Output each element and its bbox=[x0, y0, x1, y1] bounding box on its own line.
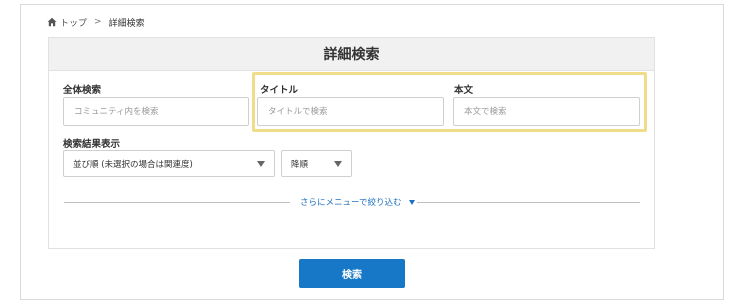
chevron-down-icon bbox=[257, 161, 265, 167]
more-filters-link[interactable]: さらにメニューで絞り込む bbox=[300, 196, 415, 208]
sort-select-value: 並び順 (未選択の場合は関連度) bbox=[73, 159, 193, 170]
search-button[interactable]: 検索 bbox=[299, 259, 405, 288]
breadcrumb-home-link[interactable]: トップ bbox=[60, 16, 87, 29]
results-display-label: 検索結果表示 bbox=[63, 139, 121, 150]
title-label: タイトル bbox=[260, 85, 299, 96]
breadcrumb: トップ > 詳細検索 bbox=[47, 15, 145, 29]
divider-left bbox=[64, 202, 290, 203]
all-search-label: 全体検索 bbox=[63, 85, 102, 96]
chevron-down-icon bbox=[334, 161, 342, 167]
panel-title: 詳細検索 bbox=[49, 38, 654, 71]
all-search-input[interactable] bbox=[63, 97, 249, 126]
divider-right bbox=[417, 202, 640, 203]
triangle-down-icon bbox=[408, 199, 415, 205]
breadcrumb-separator: > bbox=[94, 17, 102, 27]
more-filters-label: さらにメニューで絞り込む bbox=[300, 198, 402, 208]
more-filters-row: さらにメニューで絞り込む bbox=[64, 196, 640, 208]
body-label: 本文 bbox=[454, 85, 474, 96]
home-icon[interactable] bbox=[47, 17, 57, 27]
order-select[interactable]: 降順 bbox=[281, 150, 352, 177]
body-search-input[interactable] bbox=[453, 97, 640, 126]
sort-select[interactable]: 並び順 (未選択の場合は関連度) bbox=[63, 150, 275, 177]
breadcrumb-current: 詳細検索 bbox=[108, 18, 145, 29]
advanced-search-panel: 詳細検索 bbox=[48, 37, 655, 249]
title-search-input[interactable] bbox=[257, 97, 444, 126]
order-select-value: 降順 bbox=[291, 159, 309, 170]
